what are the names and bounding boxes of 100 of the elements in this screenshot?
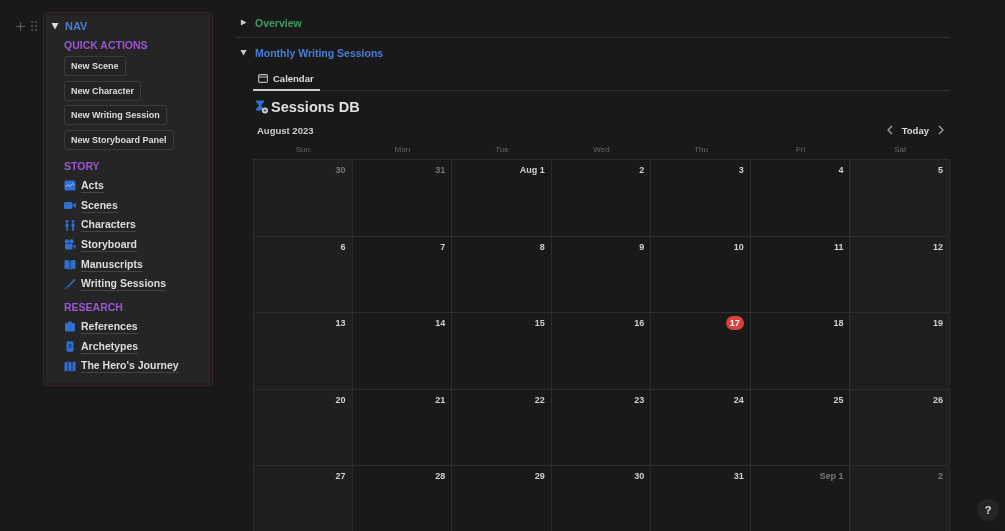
toggle-arrow-icon[interactable]	[240, 19, 247, 26]
day-number: 19	[932, 317, 943, 330]
database-title: Sessions DB	[271, 99, 360, 115]
day-number: 10	[733, 240, 744, 254]
day-cell[interactable]: 13	[253, 313, 353, 390]
hourglass-icon	[255, 100, 269, 114]
day-cell[interactable]: 31	[352, 160, 453, 237]
day-number: 7	[440, 240, 446, 254]
day-number: 24	[733, 393, 744, 407]
weekday-label: Tue	[494, 145, 510, 154]
day-cell[interactable]: 22	[452, 389, 552, 466]
section-heading: QUICK ACTIONS	[64, 39, 149, 51]
day-number: 22	[534, 393, 545, 407]
day-number: 25	[833, 393, 844, 407]
drag-handle-icon[interactable]	[31, 21, 37, 31]
nav-link[interactable]: Storyboard	[81, 237, 137, 252]
day-cell[interactable]: 21	[352, 389, 453, 466]
toggle-arrow-icon[interactable]	[240, 49, 247, 56]
day-cell[interactable]: 26	[850, 389, 950, 466]
today-marker: 17	[725, 316, 744, 330]
day-number: 28	[435, 470, 446, 483]
day-cell[interactable]: 8	[452, 236, 552, 313]
day-cell[interactable]: 6	[253, 236, 353, 313]
today-button[interactable]: Today	[899, 124, 931, 136]
day-number: 9	[639, 240, 645, 254]
nav-link[interactable]: The Hero's Journey	[81, 359, 179, 374]
day-number: 14	[435, 317, 446, 330]
previous-icon[interactable]	[886, 125, 893, 135]
day-cell[interactable]: 10	[651, 236, 751, 313]
help-button[interactable]: ?	[977, 499, 999, 521]
nav-link[interactable]: Writing Sessions	[81, 277, 166, 292]
day-cell[interactable]: 17	[651, 313, 751, 390]
weekday-label: Mon	[393, 145, 412, 154]
people-icon	[64, 219, 76, 231]
day-number: 30	[634, 470, 645, 483]
day-cell[interactable]: 19	[850, 313, 950, 390]
phone-icon	[64, 341, 76, 353]
nav-link[interactable]: Manuscripts	[81, 257, 143, 272]
weekday-label: Thu	[693, 145, 709, 154]
day-cell[interactable]: 20	[253, 389, 353, 466]
day-number: 4	[838, 164, 844, 177]
day-cell[interactable]: 2	[850, 466, 950, 531]
day-number: 30	[335, 164, 346, 177]
day-cell[interactable]: 15	[452, 313, 552, 390]
day-cell[interactable]: 24	[651, 389, 751, 466]
day-cell[interactable]: 14	[352, 313, 453, 390]
day-cell[interactable]: 25	[750, 389, 851, 466]
day-cell[interactable]: 9	[551, 236, 652, 313]
toggle-heading[interactable]: Overview	[255, 16, 302, 29]
book-icon	[64, 259, 76, 271]
day-number: Sep 1	[819, 470, 844, 483]
clipboard-icon	[64, 321, 76, 333]
day-cell[interactable]: 7	[352, 236, 453, 313]
day-number: 23	[634, 393, 645, 407]
nav-link[interactable]: Archetypes	[81, 339, 139, 354]
day-cell[interactable]: 11	[750, 236, 851, 313]
day-number: 15	[534, 317, 545, 330]
chart-icon	[64, 180, 76, 192]
day-number: 26	[932, 393, 943, 407]
weekday-label: Sat	[893, 145, 908, 154]
nav-title: NAV	[65, 19, 88, 32]
day-cell[interactable]: 27	[253, 466, 353, 531]
calendar-icon	[258, 74, 268, 83]
day-cell[interactable]: 30	[253, 160, 353, 237]
next-icon[interactable]	[938, 125, 944, 135]
day-number: 13	[335, 317, 346, 330]
day-cell[interactable]: 4	[750, 160, 851, 237]
nav-link[interactable]: References	[81, 319, 138, 334]
day-number: 2	[937, 470, 943, 483]
day-number: 20	[335, 393, 346, 407]
month-label: August 2023	[257, 124, 314, 136]
quick-action-button[interactable]: New Storyboard Panel	[64, 129, 174, 150]
quick-action-button[interactable]: New Character	[64, 80, 142, 101]
day-cell[interactable]: 23	[551, 389, 652, 466]
day-number: 27	[335, 470, 346, 483]
day-number: 2	[639, 164, 645, 177]
quick-action-button[interactable]: New Scene	[64, 56, 126, 76]
day-cell[interactable]: 2	[551, 160, 652, 237]
quick-action-button[interactable]: New Writing Session	[64, 105, 167, 125]
day-cell[interactable]: 5	[850, 160, 950, 237]
view-tab[interactable]: Calendar	[253, 68, 320, 91]
day-cell[interactable]: 12	[850, 236, 950, 313]
day-number: 16	[634, 317, 645, 330]
nav-link[interactable]: Characters	[81, 218, 136, 233]
day-number: 3	[738, 164, 744, 177]
nav-link[interactable]: Acts	[81, 178, 104, 193]
day-cell[interactable]: 3	[651, 160, 751, 237]
add-icon[interactable]	[16, 21, 25, 31]
toggle-heading[interactable]: Monthly Writing Sessions	[255, 46, 384, 59]
day-cell[interactable]: 18	[750, 313, 851, 390]
brush-icon	[64, 278, 76, 290]
nav-link[interactable]: Scenes	[81, 198, 118, 213]
day-cell[interactable]: Aug 1	[452, 160, 552, 237]
day-number: 8	[539, 240, 545, 254]
weekday-label: Sun	[294, 145, 311, 154]
toggle-arrow-icon[interactable]	[51, 21, 59, 30]
weekday-label: Wed	[592, 145, 611, 154]
map-icon	[64, 360, 76, 372]
day-number: 31	[733, 470, 744, 483]
day-cell[interactable]: 16	[551, 313, 652, 390]
